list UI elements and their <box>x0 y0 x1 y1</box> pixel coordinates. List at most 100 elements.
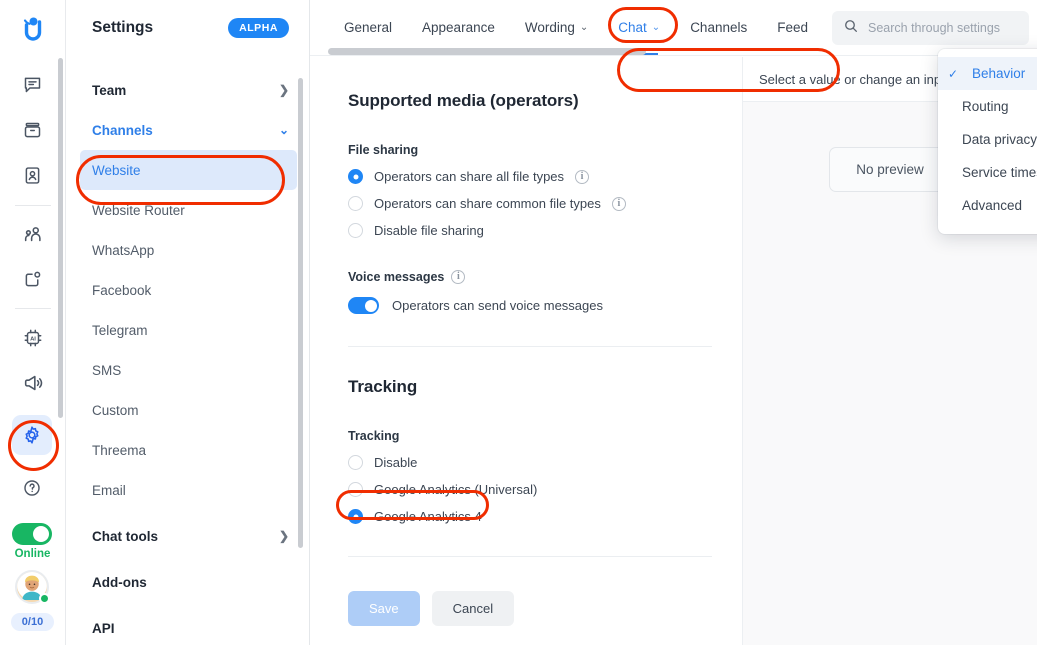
sidebar-item-label: Chat tools <box>92 528 158 544</box>
tab-label: General <box>344 20 393 35</box>
messages-icon[interactable] <box>13 71 53 99</box>
sidebar-item-email[interactable]: Email <box>66 470 309 510</box>
page-title: Settings <box>92 19 154 36</box>
sidebar-item-telegram[interactable]: Telegram <box>66 310 309 350</box>
field-label-tracking: Tracking <box>348 429 400 443</box>
radio-label: Google Analytics 4 <box>374 509 482 524</box>
chevron-right-icon: ❯ <box>278 83 289 97</box>
tasks-icon[interactable] <box>13 266 53 294</box>
voice-messages-text: Voice messages <box>348 270 445 284</box>
online-status-toggle[interactable] <box>12 522 53 545</box>
radio-label: Operators can share common file types <box>374 196 601 211</box>
rail-scrollbar[interactable] <box>58 58 63 418</box>
chevron-down-icon: ⌄ <box>579 22 589 33</box>
radio-option-all-file-types[interactable]: Operators can share all file types i <box>348 169 742 184</box>
radio-indicator[interactable] <box>348 196 363 211</box>
tab-label: Feed <box>777 20 809 35</box>
avatar[interactable] <box>15 569 51 604</box>
info-icon[interactable]: i <box>611 196 626 211</box>
dropdown-item-routing[interactable]: Routing <box>938 90 1037 123</box>
settings-sidebar: Settings ALPHA Team ❯ Channels ⌄ Website… <box>66 0 310 645</box>
sidebar-item-facebook[interactable]: Facebook <box>66 270 309 310</box>
settings-sidebar-scrollbar[interactable] <box>298 78 303 548</box>
tab-label: Channels <box>690 20 748 35</box>
radio-indicator[interactable] <box>348 223 363 238</box>
toggle-row-voice-messages[interactable]: Operators can send voice messages <box>348 297 742 314</box>
search-input[interactable] <box>868 21 1018 35</box>
tab-wording[interactable]: Wording ⌄ <box>525 0 588 55</box>
info-icon[interactable]: i <box>451 270 466 284</box>
app-root: AI Online 0/10 Settings ALPHA Team ❯ Cha… <box>0 0 1037 645</box>
archive-icon[interactable] <box>13 117 53 145</box>
contacts-icon[interactable] <box>13 162 53 190</box>
dropdown-item-advanced[interactable]: Advanced <box>938 189 1037 222</box>
section-title-supported-media: Supported media (operators) <box>348 91 579 110</box>
sidebar-item-label: Channels <box>92 122 153 138</box>
question-circle-icon[interactable] <box>12 468 52 508</box>
info-icon[interactable]: i <box>575 169 590 184</box>
alpha-badge: ALPHA <box>228 18 289 38</box>
dropdown-item-behavior[interactable]: ✓ Behavior <box>938 57 1037 90</box>
userlike-logo[interactable] <box>16 14 50 44</box>
tab-label: Chat <box>618 20 647 35</box>
sidebar-item-label: Email <box>92 482 126 498</box>
sidebar-item-label: Add-ons <box>92 574 147 590</box>
sidebar-item-api[interactable]: API <box>66 608 309 645</box>
chevron-down-icon: ⌄ <box>278 123 289 137</box>
settings-header: Settings ALPHA <box>66 0 309 56</box>
tab-general[interactable]: General <box>344 0 392 55</box>
sidebar-item-add-ons[interactable]: Add-ons <box>66 562 309 602</box>
radio-option-disable-file-sharing[interactable]: Disable file sharing <box>348 223 742 238</box>
voice-messages-toggle[interactable] <box>348 297 379 314</box>
sidebar-item-website[interactable]: Website <box>80 150 297 190</box>
chat-tab-dropdown-menu: ✓ Behavior Routing Data privacy Service … <box>938 49 1037 234</box>
gear-icon[interactable] <box>12 414 53 455</box>
dropdown-item-label: Behavior <box>972 66 1026 81</box>
megaphone-icon[interactable] <box>13 369 53 397</box>
sidebar-item-custom[interactable]: Custom <box>66 390 309 430</box>
main-area: General Appearance Wording ⌄ Chat ⌄ Chan… <box>310 0 1037 645</box>
avatar-online-dot <box>39 592 51 604</box>
tab-channels[interactable]: Channels <box>690 0 747 55</box>
sidebar-item-chat-tools[interactable]: Chat tools ❯ <box>66 516 309 556</box>
radio-indicator[interactable] <box>348 455 363 470</box>
sidebar-item-threema[interactable]: Threema <box>66 430 309 470</box>
sidebar-item-sms[interactable]: SMS <box>66 350 309 390</box>
tab-chat[interactable]: Chat ⌄ <box>618 0 660 55</box>
radio-option-common-file-types[interactable]: Operators can share common file types i <box>348 196 742 211</box>
dropdown-item-label: Routing <box>962 99 1009 114</box>
sidebar-item-label: SMS <box>92 362 122 378</box>
radio-indicator[interactable] <box>348 509 363 524</box>
save-button[interactable]: Save <box>348 591 420 626</box>
icon-rail: AI Online 0/10 <box>0 0 66 645</box>
sidebar-item-team[interactable]: Team ❯ <box>66 70 309 110</box>
toggle-label: Operators can send voice messages <box>392 298 603 313</box>
radio-option-ga4[interactable]: Google Analytics 4 <box>348 509 742 524</box>
sidebar-item-whatsapp[interactable]: WhatsApp <box>66 230 309 270</box>
tab-label: Wording <box>524 20 575 35</box>
ai-chip-icon[interactable]: AI <box>13 324 53 352</box>
dropdown-item-service-times[interactable]: Service times <box>938 156 1037 189</box>
rail-divider <box>14 204 51 206</box>
sidebar-item-label: WhatsApp <box>92 242 155 258</box>
radio-label: Google Analytics (Universal) <box>374 482 538 497</box>
team-icon[interactable] <box>13 220 53 248</box>
search-input-container[interactable] <box>832 11 1029 45</box>
chat-capacity-badge[interactable]: 0/10 <box>10 612 55 631</box>
cancel-button[interactable]: Cancel <box>431 591 515 626</box>
sidebar-item-website-router[interactable]: Website Router <box>66 190 309 230</box>
dropdown-item-data-privacy[interactable]: Data privacy <box>938 123 1037 156</box>
radio-indicator[interactable] <box>348 169 363 184</box>
sidebar-item-label: Threema <box>92 442 147 458</box>
sidebar-item-channels[interactable]: Channels ⌄ <box>66 110 309 150</box>
svg-text:AI: AI <box>30 336 36 342</box>
tab-appearance[interactable]: Appearance <box>422 0 495 55</box>
sidebar-item-label: Team <box>92 82 127 98</box>
radio-option-tracking-disable[interactable]: Disable <box>348 455 742 470</box>
radio-option-ga-universal[interactable]: Google Analytics (Universal) <box>348 482 742 497</box>
form-actions: Save Cancel <box>348 591 742 626</box>
tab-feed[interactable]: Feed <box>777 0 808 55</box>
search-icon <box>843 18 859 39</box>
content-hscroll-thumb[interactable] <box>328 48 646 55</box>
radio-indicator[interactable] <box>348 482 363 497</box>
